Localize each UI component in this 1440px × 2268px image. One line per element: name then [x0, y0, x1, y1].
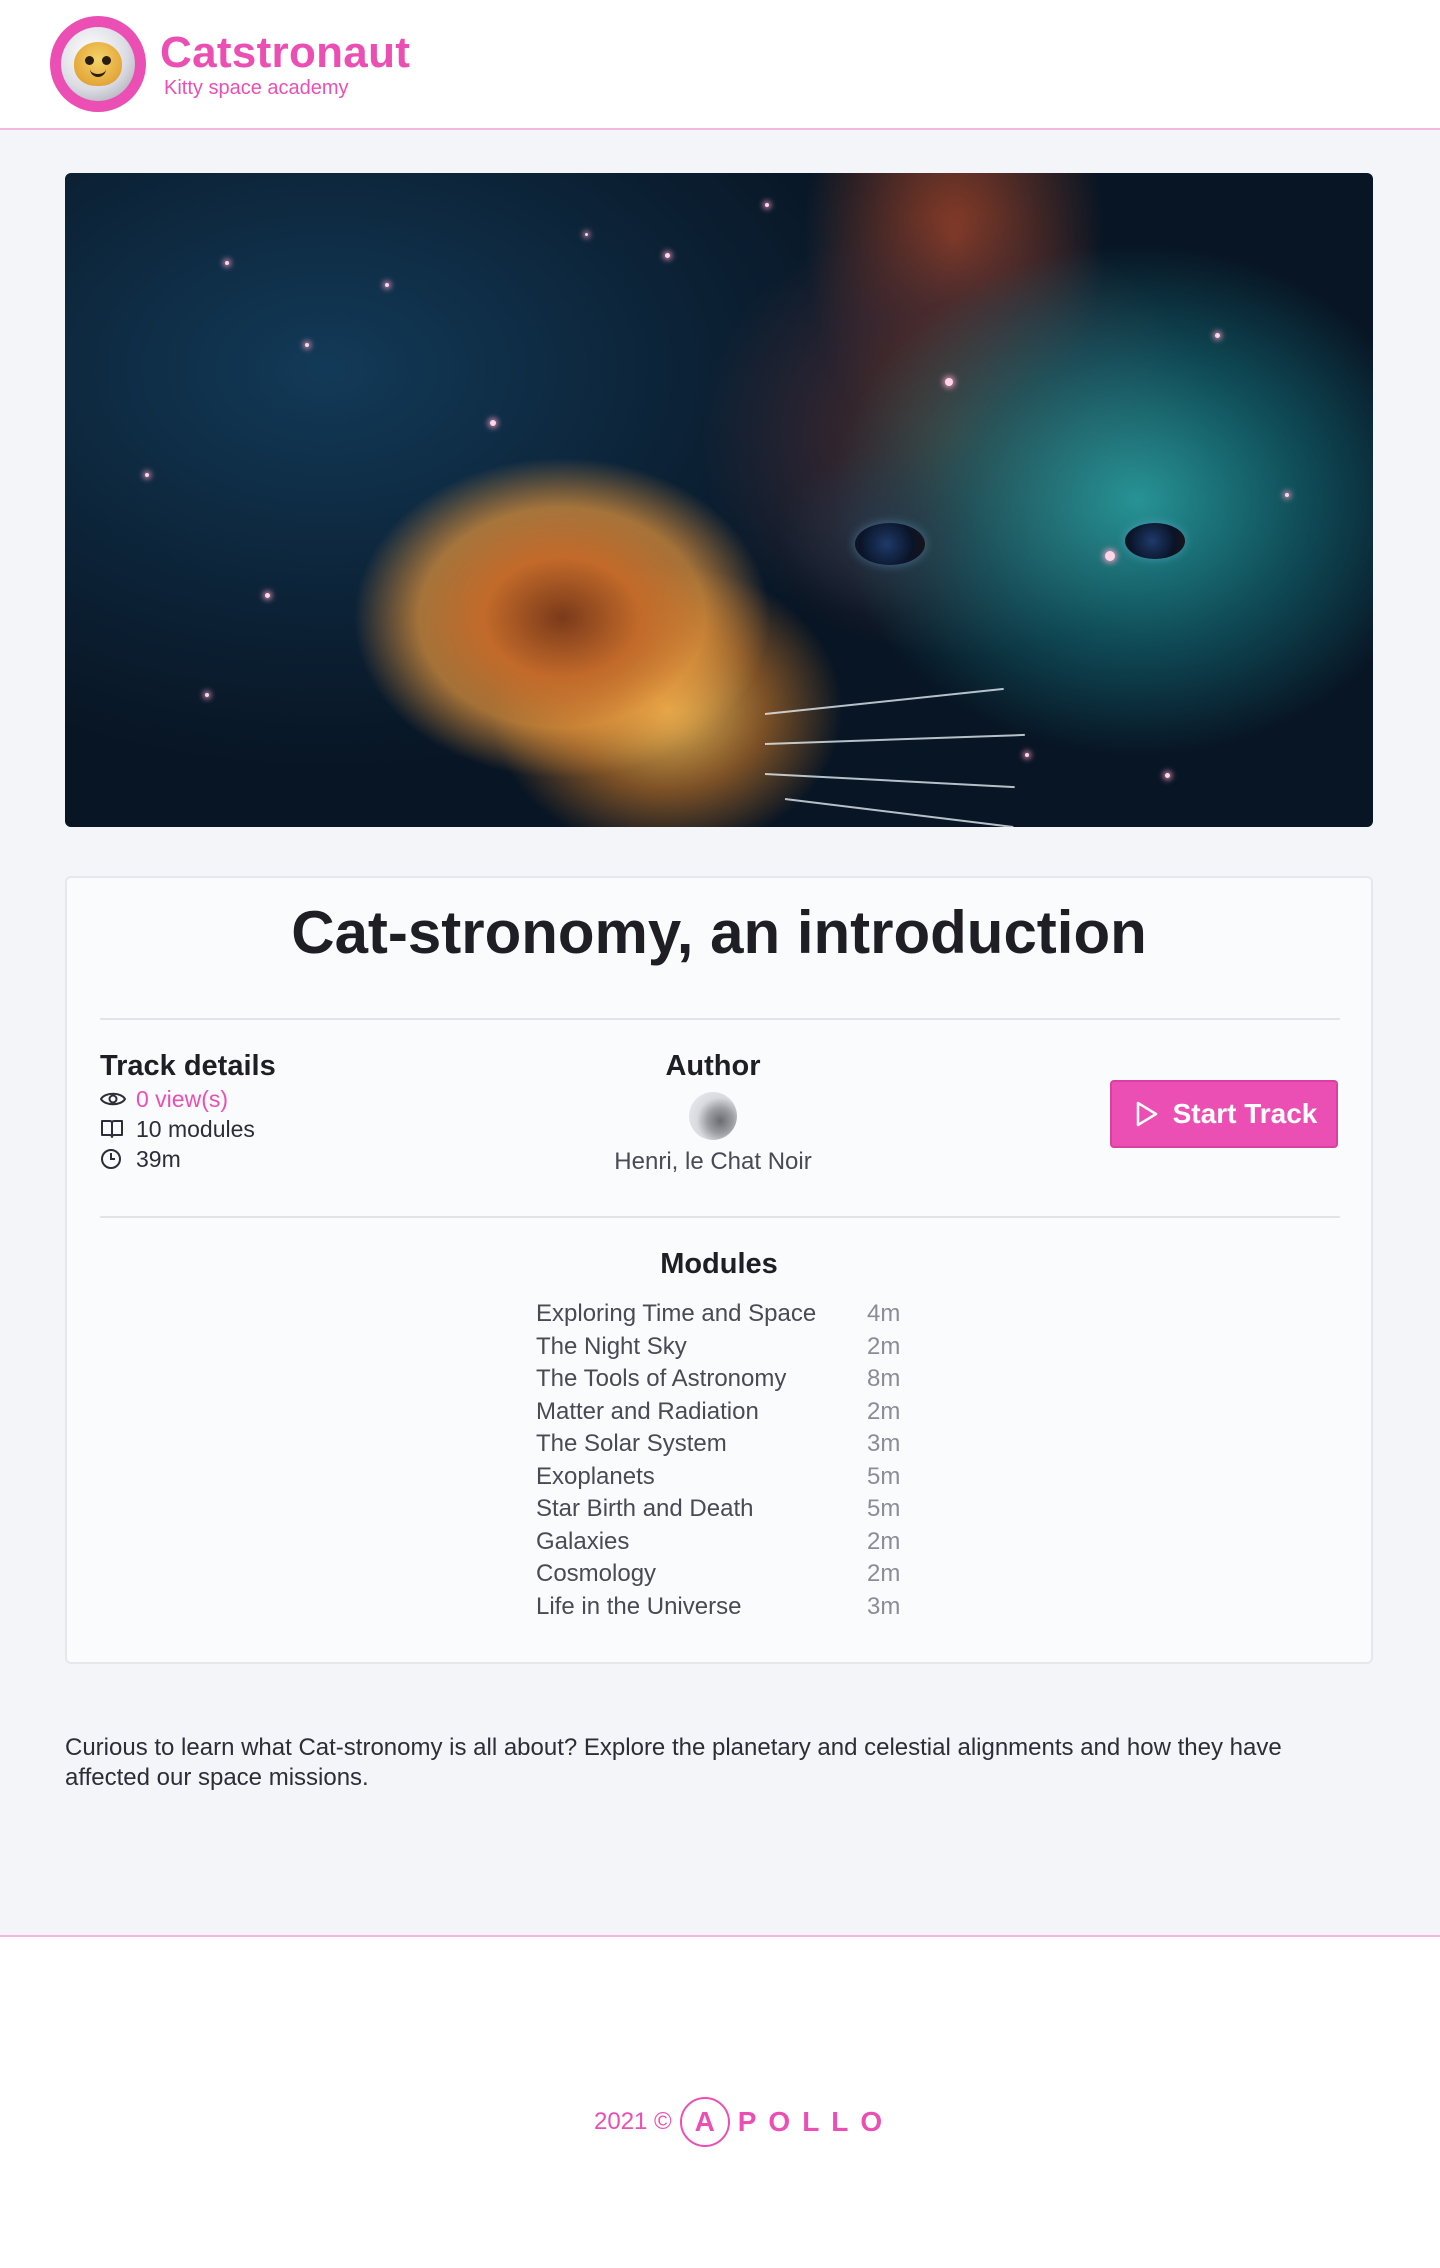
author-avatar: [689, 1092, 737, 1140]
eye-icon: [100, 1088, 128, 1110]
module-length: 3m: [867, 1430, 901, 1457]
divider-top: [100, 1018, 1340, 1020]
module-title: The Tools of Astronomy: [536, 1365, 787, 1392]
modules-count-row: 10 modules: [100, 1114, 400, 1144]
module-length: 2m: [867, 1560, 901, 1587]
module-row: Life in the Universe 3m: [536, 1591, 936, 1624]
module-length: 4m: [867, 1300, 901, 1327]
clock-icon: [100, 1148, 128, 1170]
module-title: Life in the Universe: [536, 1592, 742, 1620]
modules-heading: Modules: [660, 1248, 778, 1280]
book-icon: [100, 1118, 128, 1140]
modules-list: Exploring Time and Space 4m The Night Sky 2…: [536, 1298, 936, 1623]
track-thumbnail-image: [65, 173, 1373, 827]
module-row: Exoplanets 5m: [536, 1461, 936, 1494]
apollo-a-icon: A: [679, 2097, 730, 2147]
module-length: 5m: [867, 1495, 901, 1522]
module-title: The Solar System: [536, 1430, 727, 1457]
start-track-label: Start Track: [1172, 1098, 1318, 1129]
track-details: Track details 0 view(s) 10 modules 39m: [100, 1048, 400, 1174]
module-length: 2m: [867, 1332, 901, 1360]
module-row: The Solar System 3m: [536, 1428, 936, 1461]
divider-middle: [100, 1216, 1340, 1218]
footer-year: 2021 ©: [594, 2108, 672, 2135]
cat-face-icon: [74, 42, 122, 86]
module-length: 3m: [867, 1592, 901, 1620]
module-row: The Night Sky 2m: [536, 1331, 936, 1364]
module-row: The Tools of Astronomy 8m: [536, 1363, 936, 1396]
module-length: 2m: [867, 1527, 901, 1555]
module-title: Cosmology: [536, 1560, 657, 1587]
play-icon: [1136, 1101, 1157, 1127]
apollo-wordmark: POLLO: [737, 2106, 895, 2137]
brand-subtitle: Kitty space academy: [164, 77, 349, 99]
footer: 2021 © A POLLO: [0, 1935, 1440, 2268]
module-row: Matter and Radiation 2m: [536, 1396, 936, 1429]
module-row: Cosmology 2m: [536, 1558, 936, 1591]
length-row: 39m: [100, 1144, 400, 1174]
author-name: Henri, le Chat Noir: [614, 1148, 812, 1175]
track-length: 39m: [136, 1146, 181, 1172]
module-title: Matter and Radiation: [536, 1397, 759, 1425]
module-length: 2m: [867, 1397, 901, 1425]
footer-content: 2021 © A POLLO: [594, 2097, 894, 2147]
module-title: Star Birth and Death: [536, 1495, 754, 1522]
header: Catstronaut Kitty space academy: [0, 0, 1440, 130]
module-title: Exploring Time and Space: [536, 1300, 817, 1327]
modules-count: 10 modules: [136, 1116, 255, 1142]
module-row: Star Birth and Death 5m: [536, 1493, 936, 1526]
brand[interactable]: Catstronaut Kitty space academy: [160, 28, 411, 100]
helmet-icon: [61, 27, 135, 101]
author: Author Henri, le Chat Noir: [553, 1048, 873, 1176]
track-detail-card: Cat-stronomy, an introduction Track deta…: [65, 876, 1373, 1664]
module-length: 5m: [867, 1462, 901, 1490]
module-title: The Night Sky: [536, 1332, 687, 1360]
track-details-heading: Track details: [100, 1050, 276, 1082]
module-title: Galaxies: [536, 1527, 630, 1555]
brand-title: Catstronaut: [160, 28, 411, 77]
module-title: Exoplanets: [536, 1462, 655, 1490]
module-row: Galaxies 2m: [536, 1526, 936, 1559]
track-description: Curious to learn what Cat-stronomy is al…: [65, 1734, 1282, 1791]
start-track-button[interactable]: Start Track: [1110, 1080, 1338, 1148]
catstronaut-logo[interactable]: [50, 16, 146, 112]
module-length: 8m: [867, 1365, 901, 1392]
views-row: 0 view(s): [100, 1084, 400, 1114]
views-count: 0 view(s): [136, 1086, 229, 1112]
module-row: Exploring Time and Space 4m: [536, 1298, 936, 1331]
author-heading: Author: [665, 1050, 761, 1082]
track-title: Cat-stronomy, an introduction: [291, 899, 1147, 966]
apollo-logo[interactable]: A POLLO: [679, 2097, 895, 2147]
